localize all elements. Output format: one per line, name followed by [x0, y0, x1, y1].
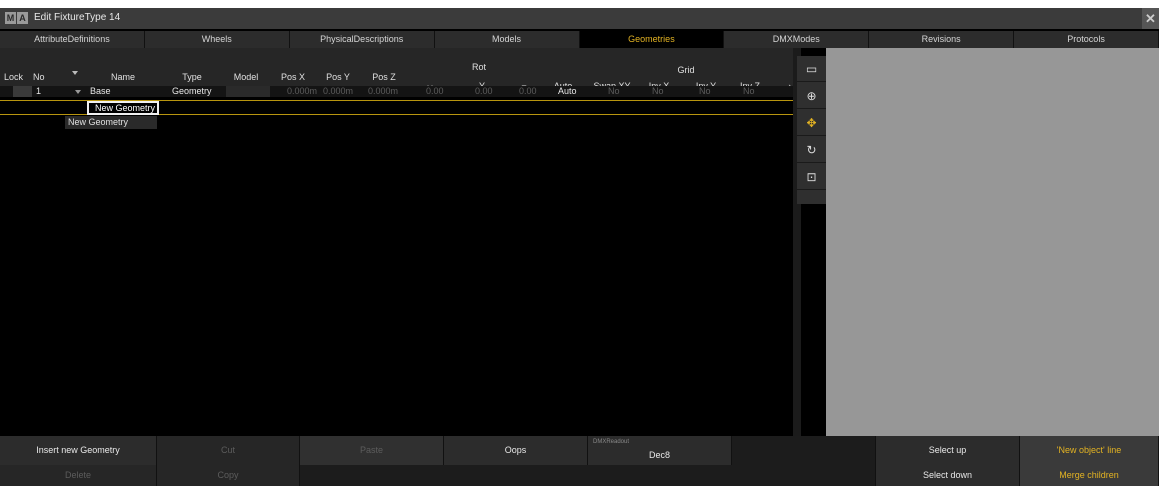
dmx-readout-value: Dec8 [648, 450, 670, 460]
column-header-name[interactable]: Name [88, 72, 158, 82]
tab-models[interactable]: Models [434, 31, 580, 48]
new-object-line-button[interactable]: 'New object' line [1020, 436, 1159, 465]
camera-icon[interactable]: ▭ [797, 56, 826, 82]
view-tool-panel: ▭ ⊕ ✥ ↻ ⊡ [797, 56, 826, 204]
cell-rot-y[interactable]: 0.00 [475, 86, 493, 97]
title-bar: M A Edit FixtureType 14 ✕ [0, 8, 1159, 29]
cell-inv-x[interactable]: No [652, 86, 664, 97]
select-down-button[interactable]: Select down [876, 465, 1020, 486]
logo-letter-a: A [17, 12, 28, 24]
oops-button[interactable]: Oops [444, 436, 588, 465]
insert-geometry-button[interactable]: Insert new Geometry [0, 436, 157, 465]
column-header-pos-z[interactable]: Pos Z [366, 72, 402, 82]
tab-wheels[interactable]: Wheels [144, 31, 290, 48]
lock-cell[interactable] [13, 86, 32, 97]
column-group-rot: Rot [471, 62, 486, 72]
move-icon[interactable]: ✥ [797, 110, 826, 136]
command-bar: Insert new Geometry Cut Paste Oops DMXRe… [0, 436, 1159, 486]
dmx-readout-selector[interactable]: DMXReadout Dec8 [588, 436, 732, 465]
cell-pos-z[interactable]: 0.000m [368, 86, 398, 97]
fixture-editor-window: M A Edit FixtureType 14 ✕ AttributeDefin… [0, 8, 1159, 486]
rotate-icon[interactable]: ↻ [797, 137, 826, 163]
cell-model[interactable] [226, 86, 270, 97]
cell-auto[interactable]: Auto [558, 86, 577, 97]
caption-strip [0, 0, 1159, 8]
window-title: Edit FixtureType 14 [34, 12, 121, 23]
name-edit-input[interactable]: New Geometry [87, 101, 159, 115]
cell-inv-z[interactable]: No [743, 86, 755, 97]
column-header-pos-x[interactable]: Pos X [277, 72, 309, 82]
cell-rot-z[interactable]: 0.00 [519, 86, 537, 97]
cell-rot-x[interactable]: 0.00 [426, 86, 444, 97]
cell-type[interactable]: Geometry [172, 86, 212, 97]
paste-button[interactable]: Paste [300, 436, 444, 465]
column-header-type[interactable]: Type [160, 72, 224, 82]
close-icon[interactable]: ✕ [1142, 8, 1159, 29]
tab-revisions[interactable]: Revisions [869, 31, 1015, 48]
dmx-readout-label: DMXReadout [593, 439, 630, 445]
cell-pos-x[interactable]: 0.000m [287, 86, 317, 97]
tab-geometries[interactable]: Geometries [579, 31, 725, 48]
column-header-no[interactable]: No [33, 72, 45, 82]
cell-name[interactable]: Base [90, 86, 111, 97]
column-group-grid: Grid [677, 65, 695, 75]
cell-swap-xy[interactable]: No [608, 86, 620, 97]
empty-slot [300, 465, 876, 486]
delete-button[interactable]: Delete [0, 465, 157, 486]
3d-preview-pane[interactable] [826, 48, 1159, 444]
logo-letter-m: M [5, 12, 16, 24]
merge-children-button[interactable]: Merge children [1020, 465, 1159, 486]
select-up-button[interactable]: Select up [876, 436, 1020, 465]
ma-logo: M A [5, 12, 28, 24]
tab-bar: AttributeDefinitions Wheels PhysicalDesc… [0, 31, 1159, 48]
column-header-model[interactable]: Model [226, 72, 266, 82]
tab-physicaldescriptions[interactable]: PhysicalDescriptions [289, 31, 435, 48]
column-header-lock[interactable]: Lock [4, 72, 23, 82]
empty-slot [732, 436, 876, 465]
tab-attributedefinitions[interactable]: AttributeDefinitions [0, 31, 145, 48]
copy-button[interactable]: Copy [157, 465, 300, 486]
collapse-icon[interactable] [75, 90, 81, 94]
table-row[interactable]: 1 Base Geometry 0.000m 0.000m 0.000m 0.0… [0, 86, 793, 97]
cut-button[interactable]: Cut [157, 436, 300, 465]
child-geometry-row[interactable]: New Geometry [65, 116, 157, 129]
column-header-pos-y[interactable]: Pos Y [318, 72, 358, 82]
table-header: Lock No Name Type Model Pos X Pos Y Pos … [0, 48, 793, 94]
cell-inv-y[interactable]: No [699, 86, 711, 97]
tab-protocols[interactable]: Protocols [1014, 31, 1159, 48]
globe-icon[interactable]: ⊕ [797, 83, 826, 109]
fit-icon[interactable]: ⊡ [797, 164, 826, 190]
cell-pos-y[interactable]: 0.000m [323, 86, 353, 97]
tab-dmxmodes[interactable]: DMXModes [724, 31, 870, 48]
cell-no[interactable]: 1 [36, 86, 41, 97]
sort-icon[interactable] [72, 71, 78, 75]
